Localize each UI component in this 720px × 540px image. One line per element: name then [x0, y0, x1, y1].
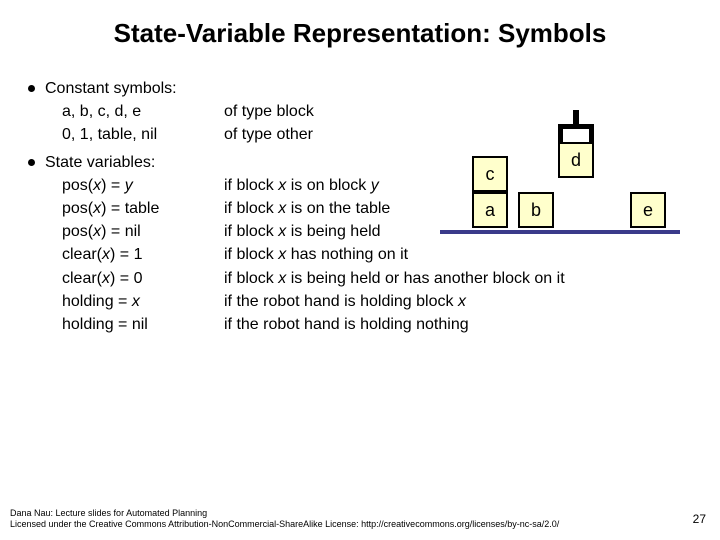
- const-left-2: 0, 1, table, nil: [62, 123, 224, 146]
- sv-left: clear(x) = 0: [62, 267, 224, 290]
- sv-right: if block x is being held or has another …: [224, 267, 720, 290]
- sv-row-7: holding = nil if the robot hand is holdi…: [28, 313, 720, 336]
- block-d: d: [558, 142, 594, 178]
- block-e: e: [630, 192, 666, 228]
- bullet-text: Constant symbols:: [45, 77, 177, 100]
- sv-left: clear(x) = 1: [62, 243, 224, 266]
- slide-title: State-Variable Representation: Symbols: [0, 0, 720, 77]
- bullet-dot-icon: [28, 85, 35, 92]
- sv-row-4: clear(x) = 1 if block x has nothing on i…: [28, 243, 720, 266]
- sv-row-6: holding = x if the robot hand is holding…: [28, 290, 720, 313]
- page-number: 27: [693, 512, 706, 526]
- sv-left: pos(x) = table: [62, 197, 224, 220]
- sv-left: holding = x: [62, 290, 224, 313]
- sv-right: if block x has nothing on it: [224, 243, 720, 266]
- table-edge: [440, 230, 680, 234]
- block-b: b: [518, 192, 554, 228]
- const-right-1: of type block: [224, 100, 720, 123]
- bullet-text: State variables:: [45, 151, 155, 174]
- block-a: a: [472, 192, 508, 228]
- const-row-1: a, b, c, d, e of type block: [28, 100, 720, 123]
- sv-left: pos(x) = nil: [62, 220, 224, 243]
- bullet-constant-symbols: Constant symbols:: [28, 77, 720, 100]
- sv-left: holding = nil: [62, 313, 224, 336]
- block-c: c: [472, 156, 508, 192]
- footer-line-1: Dana Nau: Lecture slides for Automated P…: [10, 508, 670, 519]
- sv-row-5: clear(x) = 0 if block x is being held or…: [28, 267, 720, 290]
- sv-left: pos(x) = y: [62, 174, 224, 197]
- sv-right: if the robot hand is holding nothing: [224, 313, 720, 336]
- bullet-dot-icon: [28, 159, 35, 166]
- footer-line-2: Licensed under the Creative Commons Attr…: [10, 519, 670, 530]
- blocks-world-diagram: d c a b e: [452, 124, 692, 244]
- footer: Dana Nau: Lecture slides for Automated P…: [10, 508, 670, 531]
- const-left-1: a, b, c, d, e: [62, 100, 224, 123]
- sv-right: if the robot hand is holding block x: [224, 290, 720, 313]
